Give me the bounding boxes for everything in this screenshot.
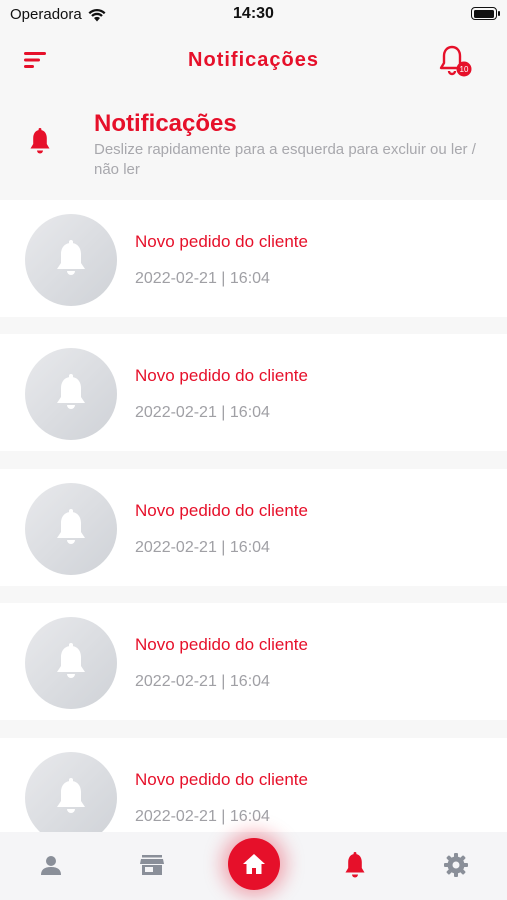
bell-icon (57, 374, 85, 409)
bell-icon (57, 643, 85, 678)
notification-title: Novo pedido do cliente (135, 366, 308, 385)
notification-item[interactable]: Novo pedido do cliente 2022-02-21 | 16:0… (0, 469, 507, 586)
notification-item[interactable]: Novo pedido do cliente 2022-02-21 | 16:0… (0, 738, 507, 832)
notification-item[interactable]: Novo pedido do cliente 2022-02-21 | 16:0… (0, 200, 507, 317)
notification-avatar (25, 752, 117, 832)
notification-time: 2022-02-21 | 16:04 (135, 673, 270, 690)
bell-badge-icon: 10 (439, 45, 472, 77)
notification-avatar (25, 348, 117, 440)
tab-settings[interactable] (443, 852, 469, 878)
store-icon (140, 855, 164, 875)
status-time: 14:30 (233, 5, 274, 22)
bell-icon (30, 128, 50, 154)
notification-time: 2022-02-21 | 16:04 (135, 808, 270, 825)
notification-time: 2022-02-21 | 16:04 (135, 270, 270, 287)
tab-profile[interactable] (38, 852, 64, 878)
tab-notifications[interactable] (342, 852, 368, 878)
page-title: Notificações (188, 49, 319, 71)
notification-title: Novo pedido do cliente (135, 232, 308, 251)
notification-avatar (25, 617, 117, 709)
badge-count: 10 (460, 65, 469, 74)
tab-bar (0, 832, 507, 900)
notification-item[interactable]: Novo pedido do cliente 2022-02-21 | 16:0… (0, 603, 507, 720)
notification-avatar (25, 483, 117, 575)
notification-title: Novo pedido do cliente (135, 635, 308, 654)
notification-time: 2022-02-21 | 16:04 (135, 539, 270, 556)
tab-home[interactable] (228, 838, 280, 890)
gear-icon (444, 853, 468, 877)
home-icon (243, 854, 265, 874)
battery-icon (471, 7, 500, 20)
notification-title: Novo pedido do cliente (135, 770, 308, 789)
tab-store[interactable] (139, 852, 165, 878)
status-bar: Operadora 14:30 (0, 0, 507, 30)
top-bar: Notificações 10 (0, 30, 507, 90)
notification-list[interactable]: Novo pedido do cliente 2022-02-21 | 16:0… (0, 200, 507, 832)
section-header: Notificações Deslize rapidamente para a … (0, 95, 507, 195)
bell-icon (345, 852, 365, 878)
profile-icon (41, 856, 61, 875)
bell-icon (57, 240, 85, 275)
bell-icon (57, 509, 85, 544)
notification-avatar (25, 214, 117, 306)
notification-title: Novo pedido do cliente (135, 501, 308, 520)
section-subtitle: Deslize rapidamente para a esquerda para… (94, 141, 476, 178)
notifications-button[interactable]: 10 (439, 43, 473, 79)
notification-time: 2022-02-21 | 16:04 (135, 404, 270, 421)
notification-item[interactable]: Novo pedido do cliente 2022-02-21 | 16:0… (0, 334, 507, 451)
bell-icon (57, 778, 85, 813)
section-title: Notificações (94, 110, 237, 137)
